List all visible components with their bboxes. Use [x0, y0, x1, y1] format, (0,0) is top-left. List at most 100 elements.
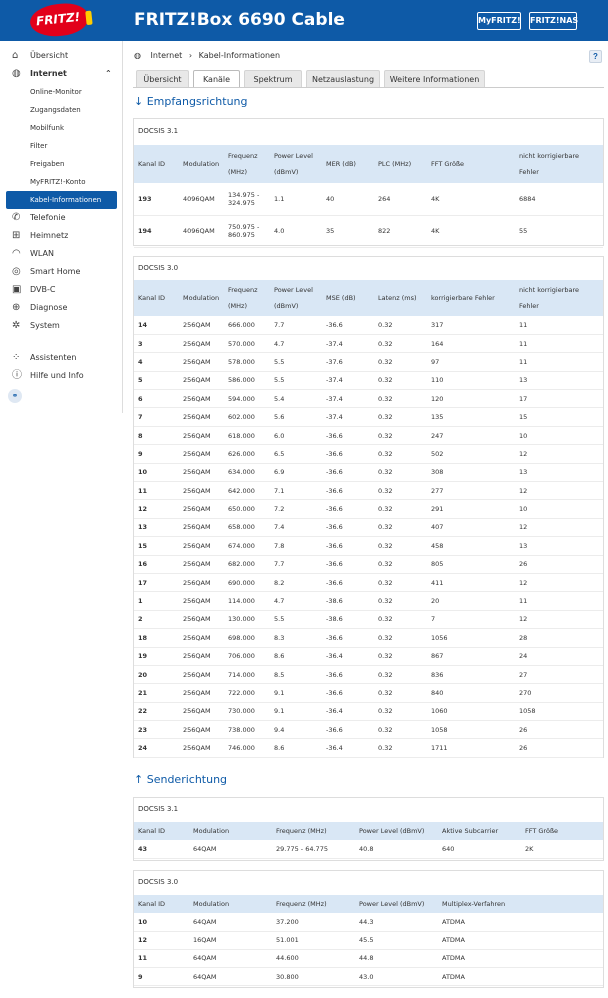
- column-header: MER (dB): [322, 145, 374, 183]
- table-cell: 35: [322, 215, 374, 248]
- fritz-logo[interactable]: FRITZ!: [28, 1, 93, 39]
- sidebar-item-smart-home[interactable]: ◎ Smart Home: [0, 263, 123, 281]
- sidebar-item-mobilfunk[interactable]: Mobilfunk: [0, 119, 123, 137]
- downstream-heading[interactable]: ↓ Empfangsrichtung: [134, 95, 248, 108]
- table-cell: 5.4: [270, 389, 322, 409]
- table-row: 7 256QAM 602.000 5.6 -37.4 0.32 135 15: [134, 407, 603, 427]
- tab-uebersicht[interactable]: Übersicht: [136, 70, 189, 87]
- table-cell: 256QAM: [179, 702, 224, 722]
- channel-id-cell: 16: [134, 555, 179, 574]
- sidebar-item-kabel-informationen[interactable]: Kabel-Informationen: [6, 191, 117, 209]
- breadcrumb: ◍ Internet › Kabel-Informationen: [134, 48, 280, 64]
- table-cell: 308: [427, 463, 515, 483]
- channel-id-cell: 6: [134, 389, 179, 409]
- table-cell: -36.4: [322, 738, 374, 758]
- table-row: 10 64QAM 37.200 44.3 ATDMA: [134, 913, 603, 932]
- myfritz-button[interactable]: MyFRITZ!: [477, 12, 521, 30]
- table-cell: 43.0: [355, 967, 438, 987]
- table-cell: 120: [427, 389, 515, 409]
- table-row: 8 256QAM 618.000 6.0 -36.6 0.32 247 10: [134, 426, 603, 446]
- table-cell: 698.000: [224, 628, 270, 648]
- table-row: 12 16QAM 51.001 45.5 ATDMA: [134, 931, 603, 950]
- table-cell: 458: [427, 536, 515, 556]
- table-cell: 256QAM: [179, 426, 224, 446]
- table-cell: -36.6: [322, 481, 374, 501]
- table-cell: -37.4: [322, 334, 374, 354]
- tab-kanaele[interactable]: Kanäle: [193, 70, 240, 88]
- sidebar-item-uebersicht[interactable]: ⌂ Übersicht: [0, 47, 123, 65]
- sidebar-item-heimnetz[interactable]: ⊞ Heimnetz: [0, 227, 123, 245]
- table-cell: 256QAM: [179, 481, 224, 501]
- table-cell: 26: [515, 555, 603, 574]
- breadcrumb-kabel: Kabel-Informationen: [198, 51, 281, 60]
- logo-dot: [85, 10, 93, 26]
- table-row: 4 256QAM 578.000 5.5 -37.6 0.32 97 11: [134, 352, 603, 372]
- tab-netzauslastung[interactable]: Netzauslastung: [306, 70, 380, 87]
- column-header: Frequenz (MHz): [272, 895, 355, 913]
- sidebar-item-diagnose[interactable]: ⊕ Diagnose: [0, 299, 123, 317]
- table-cell: -37.4: [322, 389, 374, 409]
- breadcrumb-internet[interactable]: Internet: [151, 51, 183, 60]
- table-cell: 0.32: [374, 334, 427, 354]
- table-cell: 1058: [427, 720, 515, 740]
- sidebar-item-freigaben[interactable]: Freigaben: [0, 155, 123, 173]
- channel-id-cell: 19: [134, 647, 179, 666]
- upstream-heading[interactable]: ↑ Senderichtung: [134, 773, 227, 786]
- table-cell: -36.4: [322, 647, 374, 666]
- tab-spektrum[interactable]: Spektrum: [244, 70, 302, 87]
- downstream-heading-text: Empfangsrichtung: [146, 95, 248, 108]
- table-cell: -36.6: [322, 555, 374, 574]
- table-cell: 29.775 - 64.775: [272, 840, 355, 859]
- table-cell: 0.32: [374, 426, 427, 446]
- table-cell: 12: [515, 573, 603, 593]
- sidebar-item-online-monitor[interactable]: Online-Monitor: [0, 83, 123, 101]
- downstream-docsis30-table: Kanal ID Modulation Frequenz (MHz) Power Le…: [134, 280, 603, 758]
- sidebar-item-internet[interactable]: ◍ Internet ⌃: [0, 65, 123, 83]
- table-row: 9 64QAM 30.800 43.0 ATDMA: [134, 967, 603, 987]
- table-cell: 26: [515, 720, 603, 740]
- table-cell: 44.8: [355, 949, 438, 969]
- table-cell: 1056: [427, 628, 515, 648]
- sidebar-item-assistenten[interactable]: ⁘ Assistenten: [0, 349, 123, 367]
- column-header: korrigierbare Fehler: [427, 280, 515, 316]
- sidebar-item-telefonie[interactable]: ✆ Telefonie: [0, 209, 123, 227]
- table-cell: 6.0: [270, 426, 322, 446]
- table-cell: 626.000: [224, 444, 270, 464]
- sidebar-item-myfritz-konto[interactable]: MyFRITZ!-Konto: [0, 173, 123, 191]
- upstream-docsis30-table: Kanal ID Modulation Frequenz (MHz) Power Le…: [134, 895, 603, 987]
- sidebar-item-filter[interactable]: Filter: [0, 137, 123, 155]
- tab-weitere-informationen[interactable]: Weitere Informationen: [384, 70, 485, 87]
- chevron-up-icon[interactable]: ⌃: [105, 65, 112, 83]
- table-cell: 0.32: [374, 444, 427, 464]
- fritznas-button[interactable]: FRITZ!NAS: [529, 12, 578, 30]
- table-cell: 64QAM: [189, 840, 272, 859]
- table-cell: 256QAM: [179, 518, 224, 538]
- table-cell: 135: [427, 407, 515, 427]
- table-cell: 64QAM: [189, 967, 272, 987]
- sidebar-item-wlan[interactable]: ◠ WLAN: [0, 245, 123, 263]
- sidebar-item-hilfe[interactable]: ⓘ Hilfe und Info: [0, 367, 123, 385]
- table-row: 23 256QAM 738.000 9.4 -36.6 0.32 1058 26: [134, 720, 603, 740]
- sidebar-item-system[interactable]: ✲ System: [0, 317, 123, 335]
- column-header: Aktive Subcarrier: [438, 822, 521, 840]
- sidebar-item-zugangsdaten[interactable]: Zugangsdaten: [0, 101, 123, 119]
- tv-icon: ▣: [12, 284, 22, 295]
- table-row: 14 256QAM 666.000 7.7 -36.6 0.32 317 11: [134, 316, 603, 335]
- channel-id-cell: 193: [134, 183, 179, 216]
- panel-title: DOCSIS 3.0: [138, 264, 179, 272]
- table-cell: 822: [374, 215, 427, 248]
- table-cell: 8.5: [270, 665, 322, 685]
- channel-id-cell: 20: [134, 665, 179, 685]
- help-button[interactable]: ?: [589, 50, 602, 63]
- table-cell: 134.975 - 324.975: [224, 183, 270, 216]
- mode-toggle-icon[interactable]: ⚭: [8, 389, 22, 403]
- table-cell: 578.000: [224, 352, 270, 372]
- table-cell: 110: [427, 371, 515, 391]
- tab-divider: [133, 87, 604, 88]
- table-cell: 256QAM: [179, 463, 224, 483]
- sidebar-item-dvb-c[interactable]: ▣ DVB-C: [0, 281, 123, 299]
- table-cell: 256QAM: [179, 610, 224, 630]
- downstream-docsis30-panel: DOCSIS 3.0 Kanal ID Modulation Frequenz (M…: [133, 256, 604, 758]
- table-cell: 602.000: [224, 407, 270, 427]
- table-cell: 5.5: [270, 371, 322, 391]
